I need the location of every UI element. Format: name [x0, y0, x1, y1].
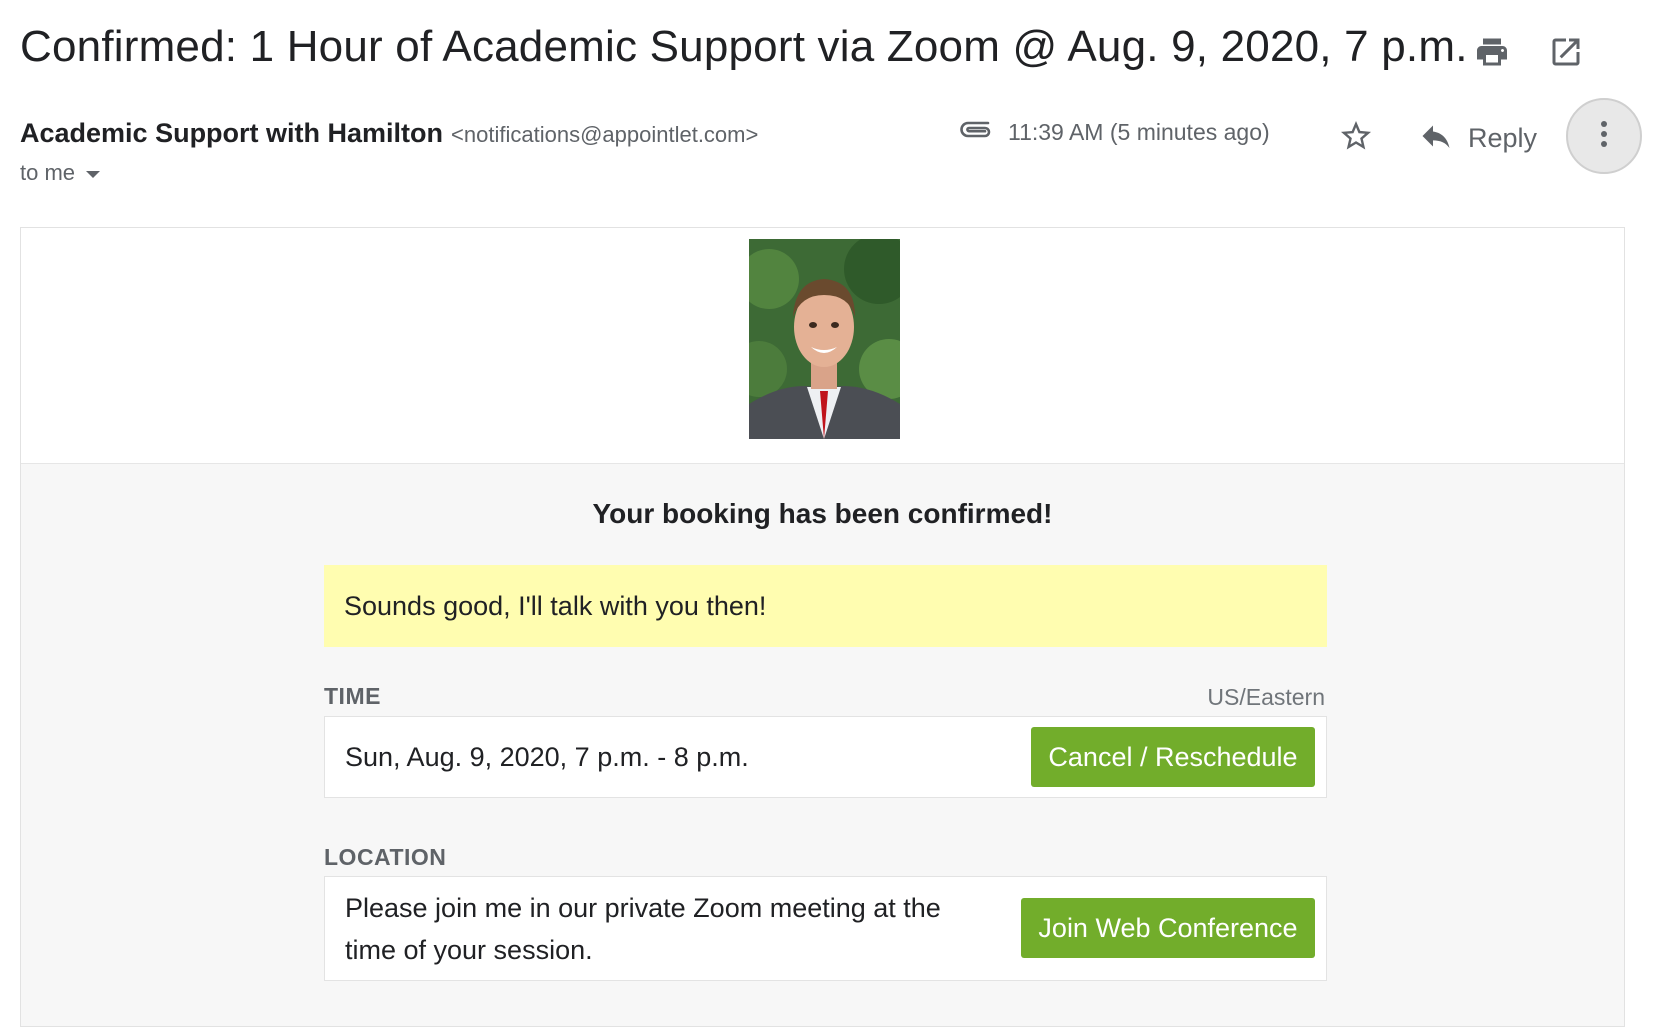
time-section-label: TIME: [324, 683, 381, 709]
star-icon[interactable]: [1338, 118, 1374, 159]
host-avatar: [749, 239, 900, 439]
email-header-banner: [21, 228, 1624, 464]
email-subject: Confirmed: 1 Hour of Academic Support vi…: [20, 22, 1468, 71]
paperclip-icon: [958, 118, 994, 147]
reply-icon: [1418, 118, 1454, 159]
timestamp: 11:39 AM (5 minutes ago): [1008, 119, 1270, 145]
more-options-button[interactable]: [1566, 98, 1642, 174]
location-box: Please join me in our private Zoom meeti…: [324, 876, 1327, 981]
location-line-1: Please join me in our private Zoom meeti…: [345, 893, 941, 923]
recipient-details-toggle[interactable]: to me: [20, 160, 101, 186]
timezone-label: US/Eastern: [1207, 684, 1325, 710]
location-description: Please join me in our private Zoom meeti…: [345, 887, 941, 971]
join-web-conference-button[interactable]: Join Web Conference: [1021, 898, 1315, 958]
sender-email: <notifications@appointlet.com>: [451, 122, 759, 147]
sender-row: Academic Support with Hamilton <notifica…: [20, 118, 758, 149]
time-box: Sun, Aug. 9, 2020, 7 p.m. - 8 p.m. Cance…: [324, 716, 1327, 798]
location-section-label: LOCATION: [324, 844, 447, 870]
location-line-2: time of your session.: [345, 935, 593, 965]
sender-name[interactable]: Academic Support with Hamilton: [20, 118, 443, 149]
appointment-time: Sun, Aug. 9, 2020, 7 p.m. - 8 p.m.: [345, 742, 749, 772]
reply-button[interactable]: Reply: [1418, 118, 1537, 159]
header-actions: [1474, 34, 1584, 70]
email-body: Your booking has been confirmed! Sounds …: [20, 227, 1625, 1027]
print-icon[interactable]: [1474, 34, 1510, 70]
open-in-new-icon[interactable]: [1548, 34, 1584, 70]
reply-label: Reply: [1468, 123, 1538, 153]
more-vertical-icon: [1599, 119, 1609, 154]
recipient-label: to me: [20, 160, 76, 185]
host-note: Sounds good, I'll talk with you then!: [324, 565, 1327, 647]
booking-confirmed-heading: Your booking has been confirmed!: [592, 498, 1053, 529]
host-note-text: Sounds good, I'll talk with you then!: [344, 590, 767, 621]
message-meta: 11:39 AM (5 minutes ago): [958, 118, 1270, 147]
caret-down-icon: [85, 160, 101, 186]
cancel-reschedule-button[interactable]: Cancel / Reschedule: [1031, 727, 1315, 787]
